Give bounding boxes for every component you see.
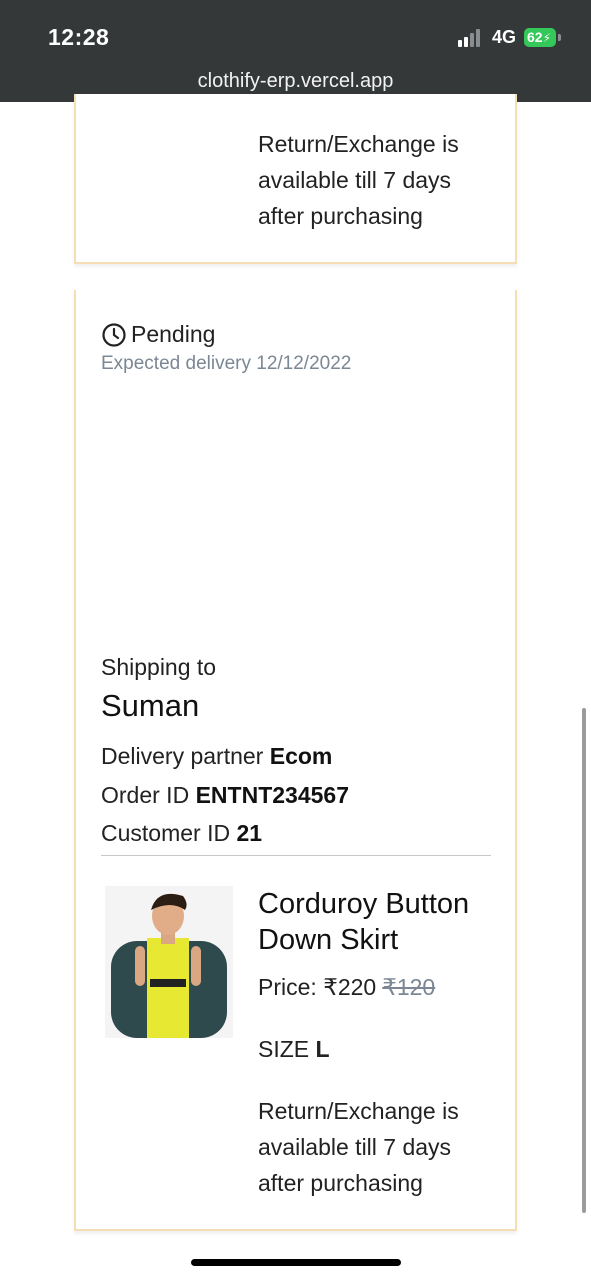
status-time: 12:28 xyxy=(48,24,110,50)
status-label: Pending xyxy=(131,320,216,347)
product-image[interactable] xyxy=(105,886,233,1038)
delivery-partner-label: Delivery partner xyxy=(101,743,264,769)
product-title[interactable]: Corduroy Button Down Skirt xyxy=(258,886,498,958)
order-card: Pending Expected delivery 12/12/2022 Shi… xyxy=(74,290,517,1231)
price-value: ₹220 xyxy=(323,974,377,1000)
order-id-value: ENTNT234567 xyxy=(195,782,349,808)
scrollbar[interactable] xyxy=(582,708,586,1213)
battery-level: 62 xyxy=(527,29,543,45)
size-line: SIZE L xyxy=(258,1036,330,1063)
address-bar-url[interactable]: clothify-erp.vercel.app xyxy=(0,70,591,93)
mrp-value: ₹120 xyxy=(382,974,436,1000)
size-value: L xyxy=(315,1036,330,1062)
cellular-signal-icon xyxy=(458,29,484,47)
battery-cap-icon xyxy=(558,34,561,41)
expected-delivery: Expected delivery 12/12/2022 xyxy=(101,353,352,374)
status-bar: 12:28 4G 62⚡ clothify-erp.vercel.app xyxy=(0,0,591,102)
order-card-previous: Return/Exchange is available till 7 days… xyxy=(74,94,517,264)
price-label: Price: xyxy=(258,974,317,1000)
divider xyxy=(101,855,491,856)
customer-id-line: Customer ID 21 xyxy=(101,820,262,847)
order-id-label: Order ID xyxy=(101,782,190,808)
price-line: Price: ₹220 ₹120 xyxy=(258,974,435,1001)
customer-id-value: 21 xyxy=(236,820,263,846)
network-type: 4G xyxy=(492,27,517,47)
delivery-partner-line: Delivery partner Ecom xyxy=(101,743,332,770)
home-indicator[interactable] xyxy=(191,1259,401,1266)
return-policy-text: Return/Exchange is available till 7 days… xyxy=(258,1098,459,1196)
shipping-label: Shipping to xyxy=(101,654,217,680)
customer-id-label: Customer ID xyxy=(101,820,231,846)
order-id-line: Order ID ENTNT234567 xyxy=(101,782,349,809)
shipping-name: Suman xyxy=(101,688,200,723)
order-status: Pending xyxy=(101,320,215,348)
battery-icon: 62⚡ xyxy=(524,28,556,47)
return-policy-text: Return/Exchange is available till 7 days… xyxy=(258,131,459,229)
delivery-partner-value: Ecom xyxy=(269,743,333,769)
size-label: SIZE xyxy=(258,1036,310,1062)
clock-icon xyxy=(102,323,126,347)
